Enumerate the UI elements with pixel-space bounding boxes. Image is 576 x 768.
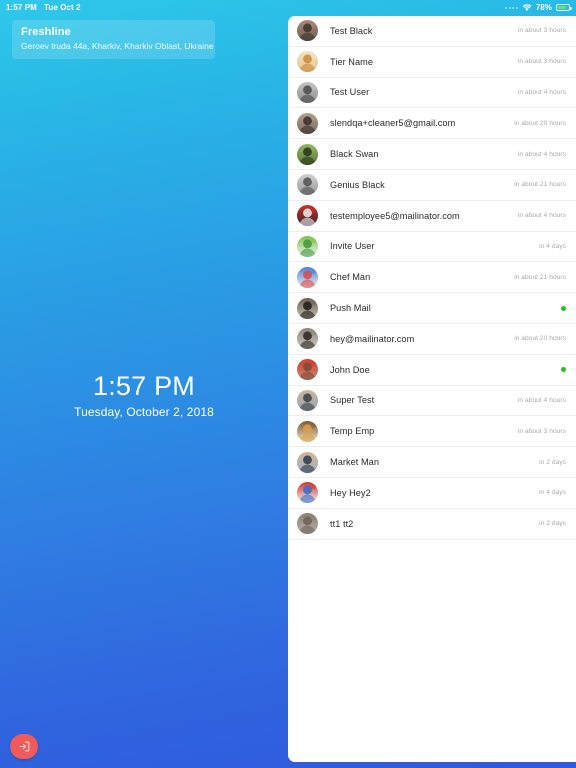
status-bar: 1:57 PM Tue Oct 2 78% [0,0,576,15]
left-panel: Freshline Geroev truda 44a, Kharkiv, Kha… [0,0,288,768]
status-bar-date: Tue Oct 2 [43,3,81,12]
contact-row[interactable]: Market Man in 2 days [288,447,576,478]
avatar-grayscale-portrait [297,174,318,196]
clock-date: Tuesday, October 2, 2018 [74,405,214,419]
contact-schedule-label: in about 4 hours [517,396,566,404]
contact-schedule-label: in about 21 hours [514,181,566,189]
contact-schedule-label: in about 3 hours [517,427,566,435]
contact-list-panel: Test Black in about 3 hours Tier Name in a… [288,16,576,762]
avatar-suited-man [297,389,318,411]
avatar-man-red-cap [297,359,318,381]
signal-dots-icon [505,6,518,9]
contact-name: Test User [330,87,370,98]
contact-row[interactable]: Super Test in about 4 hours [288,386,576,417]
contact-row[interactable]: Genius Black in about 21 hours [288,170,576,201]
avatar-cartoon-face [297,420,318,442]
contact-row[interactable]: Test Black in about 3 hours [288,16,576,47]
contact-row[interactable]: Hey Hey2 in 4 days [288,478,576,509]
contact-name: tt1 tt2 [330,518,354,529]
contact-row[interactable]: Invite User in 4 days [288,232,576,263]
avatar-checker-pattern [297,205,318,227]
avatar-dark-figure [297,297,318,319]
contact-schedule-label: in 2 days [539,458,566,466]
logout-icon [18,740,31,753]
battery-percent-label: 78% [535,3,552,12]
avatar-chefs-illustration [297,266,318,288]
avatar-bearded-man [297,20,318,42]
avatar-older-man [297,112,318,134]
contact-row[interactable]: John Doe [288,355,576,386]
contact-row[interactable]: Chef Man in about 21 hours [288,262,576,294]
contact-row[interactable]: Push Mail [288,293,576,324]
contact-row[interactable]: Tier Name in about 3 hours [288,47,576,78]
battery-icon [556,4,572,11]
contact-name: slendqa+cleaner5@gmail.com [330,118,456,129]
contact-schedule-label: in about 4 hours [517,212,566,220]
contact-name: Super Test [330,395,375,406]
avatar-green-crocodile [297,235,318,257]
organization-name: Freshline [21,26,71,38]
contact-name: Invite User [330,241,375,252]
clock-widget: 1:57 PM Tuesday, October 2, 2018 [0,370,288,420]
avatar-food-plate [297,51,318,73]
contact-row[interactable]: slendqa+cleaner5@gmail.com in about 20 ho… [288,108,576,140]
contact-row[interactable]: Temp Emp in about 3 hours [288,416,576,448]
online-status-indicator [561,367,566,373]
contact-schedule-label: in 4 days [539,242,566,250]
status-bar-time: 1:57 PM [6,3,37,12]
contact-schedule-label: in about 4 hours [517,88,566,96]
contact-name: Push Mail [330,303,371,314]
contact-row[interactable]: testemployee5@mailinator.com in about 4 h… [288,201,576,232]
avatar-mask-face [297,328,318,350]
avatar-grayscale-man [297,81,318,103]
logout-button[interactable] [10,734,38,759]
contact-schedule-label: in about 3 hours [517,27,566,35]
contact-schedule-label: in 4 days [539,489,566,497]
contact-row[interactable]: hey@mailinator.com in about 20 hours [288,324,576,355]
contact-name: Tier Name [330,56,373,67]
contact-row[interactable]: Black Swan in about 4 hours [288,139,576,170]
contact-row[interactable]: Test User in about 4 hours [288,78,576,109]
contact-schedule-label: in about 21 hours [514,273,566,281]
clock-time: 1:57 PM [93,371,195,401]
contact-name: Genius Black [330,179,385,190]
contact-schedule-label: in about 3 hours [517,58,566,66]
contact-name: John Doe [330,364,370,375]
status-bar-right-group: 78% [505,3,572,12]
contact-name: testemployee5@mailinator.com [330,210,460,221]
wifi-icon [522,3,532,12]
contact-name: hey@mailinator.com [330,333,415,344]
online-status-indicator [561,305,566,311]
contact-schedule-label: in about 4 hours [517,150,566,158]
contact-name: Hey Hey2 [330,487,371,498]
contact-schedule-label: in 2 days [539,520,566,528]
contact-schedule-label: in about 20 hours [514,335,566,343]
contact-name: Black Swan [330,149,379,160]
avatar-businessman [297,451,318,473]
contact-name: Chef Man [330,272,371,283]
avatar-colorful-balloons [297,482,318,504]
contact-list: Test Black in about 3 hours Tier Name in a… [288,16,576,540]
contact-name: Market Man [330,457,380,468]
contact-name: Test Black [330,25,373,36]
contact-schedule-label: in about 20 hours [514,119,566,127]
organization-card[interactable]: Freshline Geroev truda 44a, Kharkiv, Kha… [12,20,215,59]
avatar-green-nature [297,143,318,165]
contact-row[interactable]: tt1 tt2 in 2 days [288,509,576,540]
organization-address: Geroev truda 44a, Kharkiv, Kharkiv Oblas… [21,41,214,51]
avatar-bald-man [297,513,318,535]
contact-name: Temp Emp [330,426,375,437]
